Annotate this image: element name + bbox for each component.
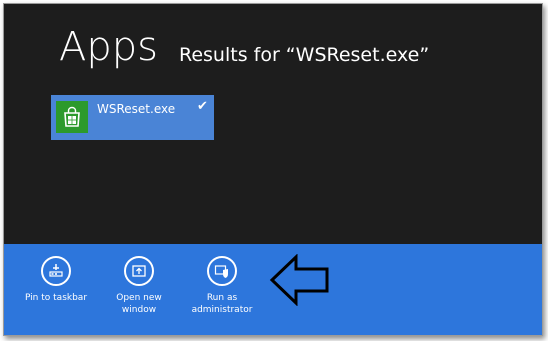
run-as-administrator-button[interactable]: Run as administrator bbox=[172, 256, 272, 316]
app-bar: Pin to taskbar Open new window Run as ad… bbox=[4, 244, 542, 335]
run-as-administrator-label: Run as administrator bbox=[191, 293, 253, 315]
open-new-window-label: Open new window bbox=[116, 293, 162, 315]
checkmark-icon: ✔ bbox=[197, 99, 208, 114]
page-title: Apps bbox=[59, 24, 158, 70]
app-tile-label: WSReset.exe bbox=[97, 102, 176, 116]
windows-store-icon bbox=[56, 101, 88, 133]
app-tile-wsreset[interactable]: WSReset.exe ✔ bbox=[51, 95, 214, 140]
search-results-header: Results for “WSReset.exe” bbox=[179, 44, 430, 66]
new-window-icon bbox=[124, 256, 154, 286]
shield-icon bbox=[207, 256, 237, 286]
start-screen: Apps Results for “WSReset.exe” WSReset.e… bbox=[3, 3, 543, 336]
pin-taskbar-icon bbox=[41, 256, 71, 286]
arrow-left-outline-icon bbox=[269, 253, 331, 310]
